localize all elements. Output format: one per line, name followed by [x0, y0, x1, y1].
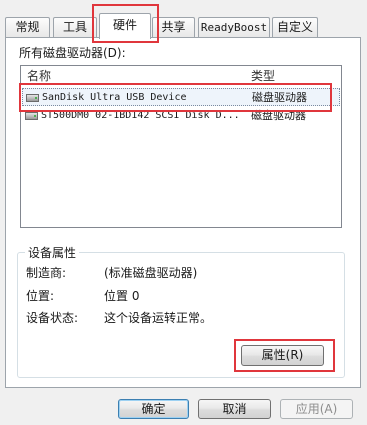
device-status-label: 设备状态:	[26, 311, 79, 325]
drive-icon	[25, 112, 38, 120]
tab-customize[interactable]: 自定义	[272, 17, 318, 38]
location-label: 位置:	[26, 289, 55, 303]
disk-listview[interactable]: 名称 类型 SanDisk Ultra USB Device 磁盘驱动器 ST5…	[20, 65, 342, 228]
disk-row[interactable]: SanDisk Ultra USB Device 磁盘驱动器	[22, 88, 340, 106]
column-header-name[interactable]: 名称	[27, 66, 51, 84]
cancel-button[interactable]: 取消	[198, 399, 271, 419]
disk-row[interactable]: ST500DM0 02-1BD142 SCSI Disk D... 磁盘驱动器	[22, 107, 340, 125]
column-header-type[interactable]: 类型	[251, 66, 275, 84]
manufacturer-value: (标准磁盘驱动器)	[104, 266, 198, 280]
properties-button[interactable]: 属性(R)	[241, 345, 324, 366]
location-value: 位置 0	[104, 289, 140, 303]
tab-sharing[interactable]: 共享	[152, 17, 195, 38]
disk-type: 磁盘驱动器	[252, 91, 307, 104]
ok-button[interactable]: 确定	[118, 399, 189, 419]
disk-name: ST500DM0 02-1BD142 SCSI Disk D...	[41, 110, 240, 121]
disk-list-label: 所有磁盘驱动器(D):	[19, 46, 126, 60]
tab-readyboost[interactable]: ReadyBoost	[198, 17, 270, 38]
disk-type: 磁盘驱动器	[251, 109, 306, 122]
disk-name: SanDisk Ultra USB Device	[42, 92, 187, 103]
drive-icon	[26, 94, 39, 102]
device-status-value: 这个设备运转正常。	[104, 311, 213, 325]
apply-button[interactable]: 应用(A)	[280, 399, 353, 419]
tab-hardware[interactable]: 硬件	[99, 13, 151, 39]
tab-tools[interactable]: 工具	[53, 17, 97, 38]
tab-general[interactable]: 常规	[5, 17, 50, 38]
manufacturer-label: 制造商:	[26, 266, 67, 280]
device-properties-legend: 设备属性	[25, 244, 80, 261]
